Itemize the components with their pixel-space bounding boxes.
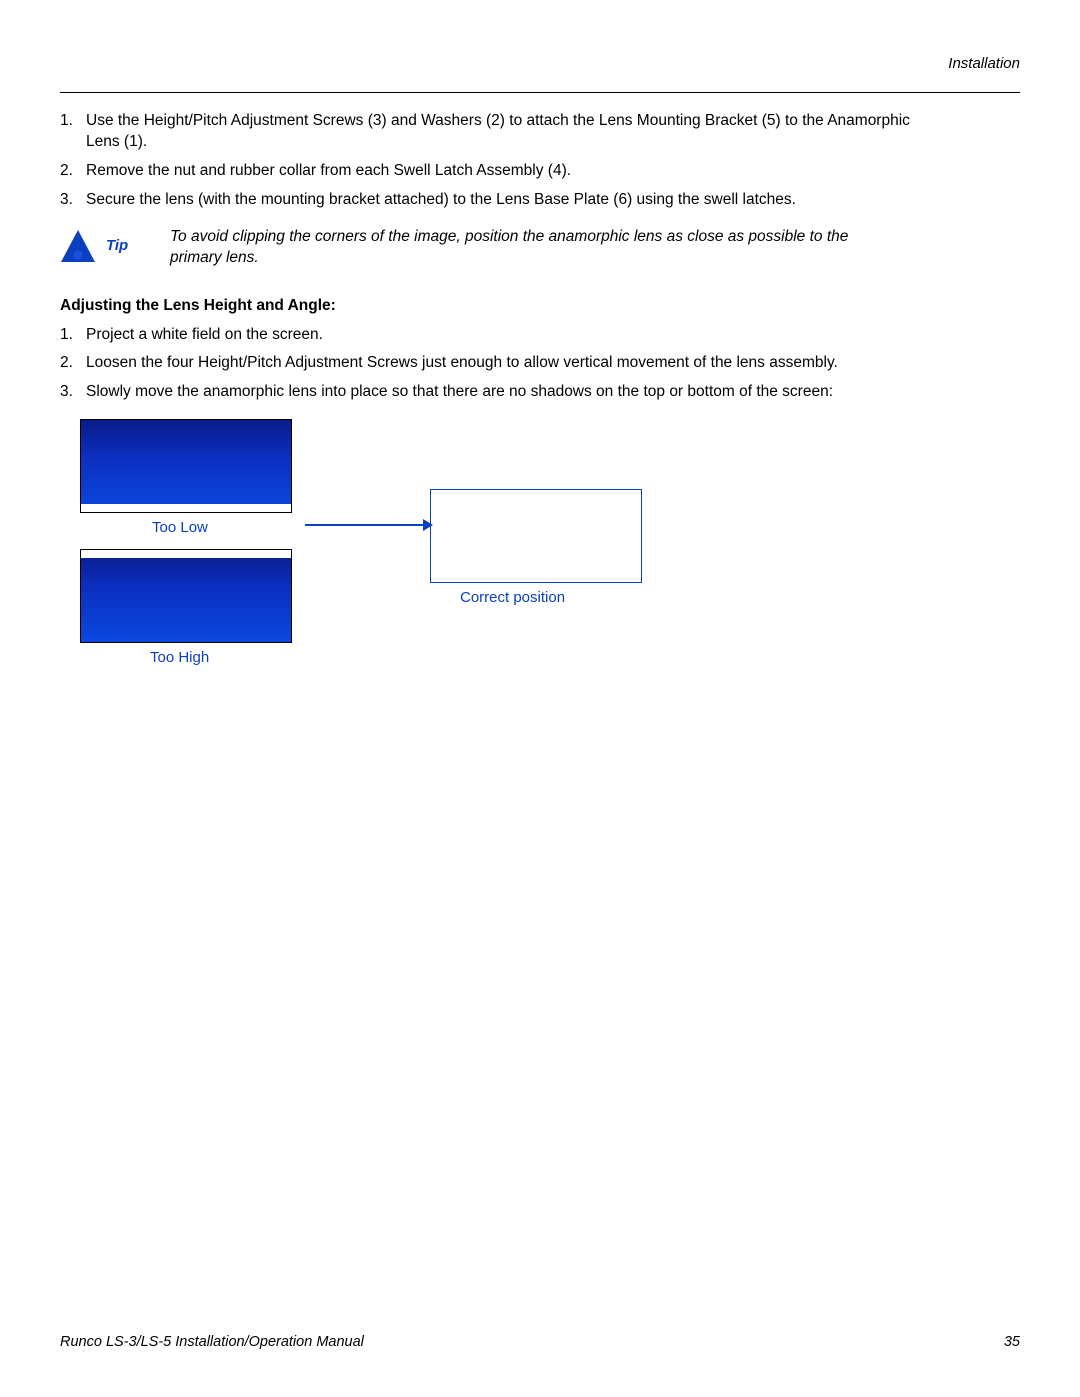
list-item: 1. Project a white field on the screen.	[60, 325, 910, 346]
list-number: 2.	[60, 161, 86, 182]
tip-callout: Tip To avoid clipping the corners of the…	[60, 227, 1020, 269]
screen-correct	[430, 489, 642, 583]
list-item: 3. Slowly move the anamorphic lens into …	[60, 382, 910, 403]
header-section: Installation	[60, 55, 1020, 72]
footer-title: Runco LS-3/LS-5 Installation/Operation M…	[60, 1334, 1004, 1350]
instruction-list-2: 1. Project a white field on the screen. …	[60, 325, 910, 404]
tip-triangle-icon	[60, 229, 96, 263]
list-item: 1. Use the Height/Pitch Adjustment Screw…	[60, 111, 910, 153]
tip-text: To avoid clipping the corners of the ima…	[170, 227, 870, 269]
lens-position-diagram: Too Low Too High Correct position	[60, 419, 1020, 719]
list-number: 3.	[60, 190, 86, 211]
list-text: Loosen the four Height/Pitch Adjustment …	[86, 353, 838, 374]
tip-icon-cell: Tip	[60, 227, 170, 263]
header-rule	[60, 92, 1020, 93]
page-footer: Runco LS-3/LS-5 Installation/Operation M…	[60, 1334, 1020, 1350]
list-text: Remove the nut and rubber collar from ea…	[86, 161, 571, 182]
instruction-list-1: 1. Use the Height/Pitch Adjustment Screw…	[60, 111, 910, 211]
list-item: 2. Remove the nut and rubber collar from…	[60, 161, 910, 182]
list-item: 2. Loosen the four Height/Pitch Adjustme…	[60, 353, 910, 374]
section-heading: Adjusting the Lens Height and Angle:	[60, 297, 1020, 315]
list-number: 3.	[60, 382, 86, 403]
list-text: Project a white field on the screen.	[86, 325, 323, 346]
list-number: 1.	[60, 325, 86, 346]
list-text: Secure the lens (with the mounting brack…	[86, 190, 796, 211]
label-too-high: Too High	[150, 649, 209, 666]
screen-too-low	[80, 419, 292, 513]
tip-label: Tip	[106, 237, 128, 254]
screen-too-high	[80, 549, 292, 643]
arrow-line	[305, 524, 430, 526]
list-number: 1.	[60, 111, 86, 153]
list-text: Slowly move the anamorphic lens into pla…	[86, 382, 833, 403]
list-item: 3. Secure the lens (with the mounting br…	[60, 190, 910, 211]
list-number: 2.	[60, 353, 86, 374]
list-text: Use the Height/Pitch Adjustment Screws (…	[86, 111, 910, 153]
white-band	[81, 504, 291, 512]
label-correct: Correct position	[460, 589, 565, 606]
white-band	[81, 550, 291, 558]
footer-page-number: 35	[1004, 1334, 1020, 1350]
label-too-low: Too Low	[152, 519, 208, 536]
